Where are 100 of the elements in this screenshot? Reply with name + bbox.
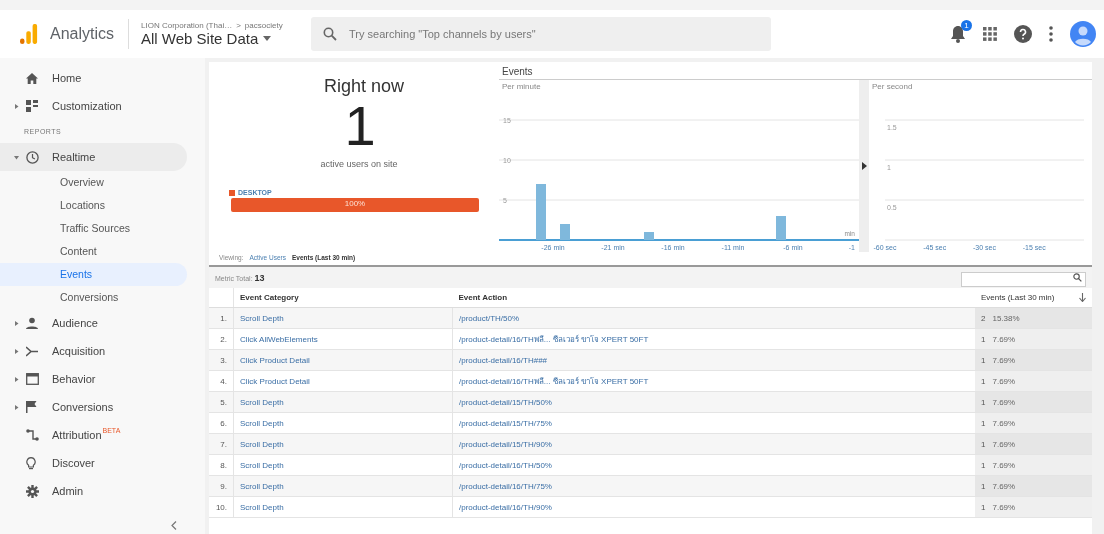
events-chart-title: Events — [499, 66, 1092, 80]
row-number: 5. — [209, 391, 234, 413]
apps-grid-icon[interactable] — [983, 27, 997, 41]
flag-icon — [26, 401, 37, 413]
caret-right-icon — [14, 103, 19, 109]
nav-subitem[interactable]: Locations — [0, 194, 187, 217]
event-action-link[interactable]: /product-detail/16/TH/75% — [452, 475, 975, 497]
bell-icon[interactable] — [950, 25, 966, 43]
event-count: 1 — [981, 376, 986, 386]
analytics-logo-icon — [20, 23, 38, 45]
event-percent: 7.69% — [992, 460, 1016, 470]
nav-subitem[interactable]: Traffic Sources — [0, 217, 187, 240]
column-header[interactable]: Event Category — [233, 288, 453, 308]
nav-item[interactable]: Customization — [0, 92, 187, 120]
row-number: 8. — [209, 454, 234, 476]
event-category-link[interactable]: Scroll Depth — [233, 391, 453, 413]
search-icon — [1073, 273, 1082, 282]
notification-badge: 1 — [961, 20, 972, 31]
event-action-link[interactable]: /product-detail/16/TH/50% — [452, 454, 975, 476]
dashboard-icon — [26, 100, 38, 112]
active-users-caption: active users on site — [319, 159, 398, 169]
event-action-link[interactable]: /product-detail/16/TH### — [452, 349, 975, 371]
clock-icon — [26, 150, 39, 164]
row-number: 1. — [209, 307, 234, 329]
row-number: 3. — [209, 349, 234, 371]
column-header[interactable]: Event Action — [452, 288, 975, 308]
product-name: Analytics — [50, 25, 115, 43]
row-number: 2. — [209, 328, 234, 350]
chevron-right-icon — [861, 162, 867, 170]
avatar-icon[interactable] — [1070, 21, 1096, 47]
caret-right-icon — [14, 320, 19, 326]
nav-item[interactable]: Home — [0, 64, 187, 92]
event-percent: 15.38% — [992, 313, 1020, 323]
event-bar — [776, 216, 786, 240]
row-number: 6. — [209, 412, 234, 434]
event-count: 1 — [981, 439, 986, 449]
caret-right-icon — [14, 376, 19, 382]
event-action-link[interactable]: /product-detail/16/THพลี... ซีลเวอร์ ขาโจ XPERT 50FT — [452, 370, 975, 392]
nav-subitem[interactable]: Overview — [0, 171, 187, 194]
property-breadcrumb[interactable]: pacsociety — [244, 21, 283, 30]
help-icon[interactable] — [1014, 25, 1032, 43]
event-category-link[interactable]: Scroll Depth — [233, 496, 453, 518]
event-percent: 7.69% — [992, 334, 1016, 344]
more-options-icon[interactable] — [1049, 26, 1053, 42]
nav-subitem[interactable]: Conversions — [0, 286, 187, 309]
event-count: 1 — [981, 418, 986, 428]
nav-item[interactable]: Behavior — [0, 365, 187, 393]
event-category-link[interactable]: Click Product Detail — [233, 370, 453, 392]
event-percent: 7.69% — [992, 481, 1016, 491]
search-icon — [323, 27, 338, 41]
event-action-link[interactable]: /product-detail/16/THพลี... ซีลเวอร์ ขาโจ XPERT 50FT — [452, 328, 975, 350]
account-breadcrumb[interactable]: LION Corporation (Thai… — [141, 21, 233, 30]
breadcrumb-separator: > — [236, 21, 241, 30]
event-percent: 7.69% — [992, 502, 1016, 512]
column-header[interactable]: Events (Last 30 min) — [981, 293, 1055, 302]
calendar-icon — [26, 373, 39, 385]
event-category-link[interactable]: Scroll Depth — [233, 412, 453, 434]
event-count: 1 — [981, 334, 986, 344]
merge-arrow-icon — [26, 345, 39, 357]
view-selector[interactable]: All Web Site Data — [141, 30, 292, 47]
nav-item[interactable]: Conversions — [0, 393, 187, 421]
event-category-link[interactable]: Scroll Depth — [233, 475, 453, 497]
nav-item[interactable]: Discover — [0, 449, 187, 477]
event-action-link[interactable]: /product-detail/15/TH/75% — [452, 412, 975, 434]
event-category-link[interactable]: Click AllWebElements — [233, 328, 453, 350]
event-percent: 7.69% — [992, 397, 1016, 407]
nav-item[interactable]: Audience — [0, 309, 187, 337]
event-action-link[interactable]: /product-detail/15/TH/50% — [452, 391, 975, 413]
event-bar — [536, 184, 546, 240]
route-icon — [26, 429, 39, 441]
nav-item[interactable]: Admin — [0, 477, 187, 505]
nav-subitem[interactable]: Content — [0, 240, 187, 263]
event-category-link[interactable]: Scroll Depth — [233, 454, 453, 476]
nav-item[interactable]: Acquisition — [0, 337, 187, 365]
right-now-title: Right now — [322, 76, 404, 97]
person-icon — [26, 317, 38, 329]
collapse-chevron-icon[interactable] — [171, 521, 177, 530]
row-number: 4. — [209, 370, 234, 392]
event-bar — [560, 224, 570, 240]
event-percent: 7.69% — [992, 376, 1016, 386]
event-percent: 7.69% — [992, 355, 1016, 365]
event-category-link[interactable]: Scroll Depth — [233, 307, 453, 329]
event-count: 1 — [981, 460, 986, 470]
nav-subitem[interactable]: Events — [0, 263, 187, 286]
event-action-link[interactable]: /product-detail/15/TH/90% — [452, 433, 975, 455]
event-count: 1 — [981, 481, 986, 491]
active-user-count: 1 — [344, 97, 376, 155]
table-search-field[interactable] — [961, 272, 1086, 287]
event-category-link[interactable]: Scroll Depth — [233, 433, 453, 455]
event-count: 1 — [981, 355, 986, 365]
search-field[interactable]: Try searching "Top channels by users" — [311, 17, 772, 51]
event-category-link[interactable]: Click Product Detail — [233, 349, 453, 371]
nav-item[interactable]: Realtime — [0, 143, 187, 171]
event-percent: 7.69% — [992, 439, 1016, 449]
event-count: 2 — [981, 313, 986, 323]
event-action-link[interactable]: /product/TH/50% — [452, 307, 975, 329]
caret-right-icon — [14, 348, 19, 354]
event-action-link[interactable]: /product-detail/16/TH/90% — [452, 496, 975, 518]
caret-icon — [263, 36, 272, 41]
row-number: 7. — [209, 433, 234, 455]
